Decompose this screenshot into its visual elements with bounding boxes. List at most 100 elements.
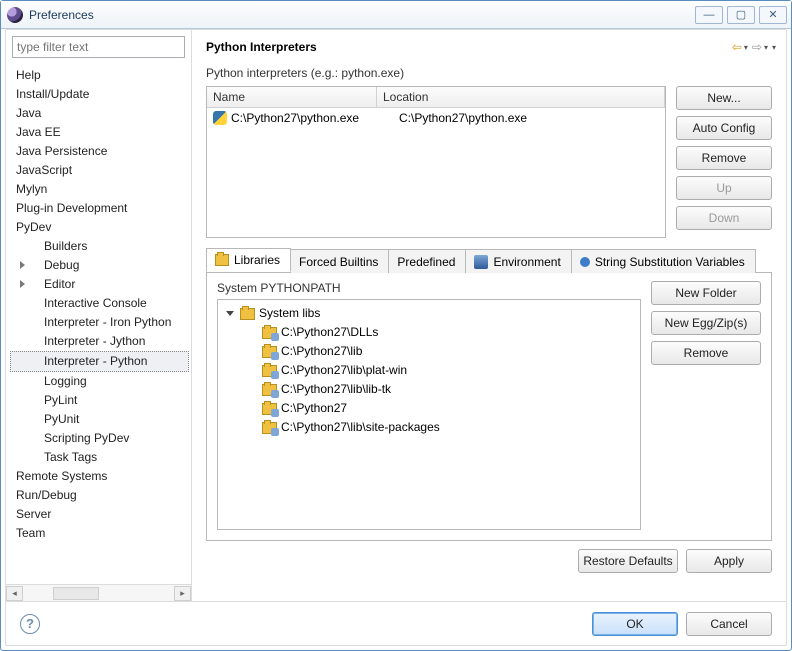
tree-item-label: Interpreter - Python: [44, 354, 147, 368]
tab-label: Libraries: [234, 253, 280, 267]
down-button[interactable]: Down: [676, 206, 772, 230]
tree-item-label: Java EE: [16, 125, 61, 139]
tree-item[interactable]: Editor: [10, 275, 189, 294]
cancel-button[interactable]: Cancel: [686, 612, 772, 636]
system-libs-node[interactable]: System libs: [222, 304, 636, 323]
tab-environment[interactable]: Environment: [465, 249, 571, 273]
tree-item-label: Interpreter - Iron Python: [44, 315, 171, 329]
tree-item[interactable]: Plug-in Development: [10, 199, 189, 218]
close-button[interactable]: ✕: [759, 6, 787, 24]
tree-item[interactable]: PyUnit: [10, 410, 189, 429]
lib-path-item[interactable]: C:\Python27\lib\plat-win: [222, 361, 636, 380]
tree-item-label: Help: [16, 68, 41, 82]
filter-input[interactable]: [12, 36, 185, 58]
tree-item[interactable]: Java: [10, 104, 189, 123]
tree-item-label: Run/Debug: [16, 488, 77, 502]
tree-item[interactable]: Help: [10, 66, 189, 85]
lib-path-label: C:\Python27: [281, 399, 347, 418]
col-location[interactable]: Location: [377, 87, 665, 107]
chevron-right-icon[interactable]: [20, 261, 25, 269]
tab-label: Environment: [493, 255, 560, 269]
category-tree[interactable]: Help Install/UpdateJava Java EE Java Persis…: [6, 64, 191, 584]
expander-open-icon[interactable]: [226, 311, 234, 316]
tree-item-label: Task Tags: [44, 450, 97, 464]
table-row[interactable]: C:\Python27\python.exe C:\Python27\pytho…: [207, 108, 665, 128]
row-name: C:\Python27\python.exe: [231, 111, 395, 125]
lib-path-item[interactable]: C:\Python27\lib\lib-tk: [222, 380, 636, 399]
scroll-right-icon[interactable]: ▸: [174, 586, 191, 601]
tree-item-label: Interpreter - Jython: [44, 334, 145, 348]
tree-item[interactable]: Logging: [10, 372, 189, 391]
help-icon[interactable]: ?: [20, 614, 40, 634]
tab-label: Predefined: [397, 255, 455, 269]
scroll-thumb[interactable]: [53, 587, 99, 600]
remove-lib-button[interactable]: Remove: [651, 341, 761, 365]
minimize-button[interactable]: —: [695, 6, 723, 24]
maximize-button[interactable]: ▢: [727, 6, 755, 24]
new-folder-button[interactable]: New Folder: [651, 281, 761, 305]
pythonpath-label: System PYTHONPATH: [217, 281, 641, 295]
tree-item-label: Editor: [44, 277, 75, 291]
lib-folder-icon: [262, 327, 277, 339]
libs-tree[interactable]: System libs C:\Python27\DLLsC:\Python27\…: [217, 299, 641, 530]
scroll-left-icon[interactable]: ◂: [6, 586, 23, 601]
tree-item[interactable]: Interpreter - Jython: [10, 332, 189, 351]
titlebar[interactable]: Preferences — ▢ ✕: [1, 1, 791, 29]
lib-path-item[interactable]: C:\Python27: [222, 399, 636, 418]
tab-label: String Substitution Variables: [595, 255, 745, 269]
back-button[interactable]: ⇦▾: [732, 40, 748, 54]
tree-item[interactable]: Install/Update: [10, 85, 189, 104]
new-egg-button[interactable]: New Egg/Zip(s): [651, 311, 761, 335]
auto-config-button[interactable]: Auto Config: [676, 116, 772, 140]
tree-item[interactable]: Java Persistence: [10, 142, 189, 161]
tree-item[interactable]: Remote Systems: [10, 467, 189, 486]
tab-predefined[interactable]: Predefined: [388, 249, 466, 273]
tree-item[interactable]: Debug: [10, 256, 189, 275]
menu-dropdown-icon[interactable]: ▾: [772, 43, 776, 52]
tree-item[interactable]: Interpreter - Iron Python: [10, 313, 189, 332]
apply-button[interactable]: Apply: [686, 549, 772, 573]
tab-forced-builtins[interactable]: Forced Builtins: [290, 249, 389, 273]
lib-folder-icon: [262, 365, 277, 377]
tree-item[interactable]: Server: [10, 505, 189, 524]
tree-item[interactable]: Scripting PyDev: [10, 429, 189, 448]
remove-interpreter-button[interactable]: Remove: [676, 146, 772, 170]
tree-item[interactable]: Mylyn: [10, 180, 189, 199]
ok-button[interactable]: OK: [592, 612, 678, 636]
tree-item-label: Interactive Console: [44, 296, 147, 310]
tree-item-label: JavaScript: [16, 163, 72, 177]
left-panel: Help Install/UpdateJava Java EE Java Persis…: [6, 30, 192, 601]
col-name[interactable]: Name: [207, 87, 377, 107]
tree-item-label: Scripting PyDev: [44, 431, 129, 445]
horizontal-scrollbar[interactable]: ◂ ▸: [6, 584, 191, 601]
tree-item[interactable]: Team: [10, 524, 189, 543]
forward-button[interactable]: ⇨▾: [752, 40, 768, 54]
lib-path-label: C:\Python27\lib\lib-tk: [281, 380, 391, 399]
tab-string-substitution[interactable]: String Substitution Variables: [571, 249, 756, 273]
tree-item-pydev[interactable]: PyDev: [10, 218, 189, 237]
chevron-right-icon[interactable]: [20, 280, 25, 288]
tree-item[interactable]: Java EE: [10, 123, 189, 142]
page-title: Python Interpreters: [206, 40, 728, 54]
restore-defaults-button[interactable]: Restore Defaults: [578, 549, 678, 573]
up-button[interactable]: Up: [676, 176, 772, 200]
tree-item[interactable]: Interactive Console: [10, 294, 189, 313]
tree-item[interactable]: JavaScript: [10, 161, 189, 180]
lib-path-item[interactable]: C:\Python27\lib: [222, 342, 636, 361]
tree-item[interactable]: Builders: [10, 237, 189, 256]
lib-path-item[interactable]: C:\Python27\DLLs: [222, 323, 636, 342]
window-title: Preferences: [29, 8, 695, 22]
tree-item-label: PyLint: [44, 393, 77, 407]
tree-item[interactable]: Task Tags: [10, 448, 189, 467]
tree-item[interactable]: Run/Debug: [10, 486, 189, 505]
tab-libraries[interactable]: Libraries: [206, 248, 291, 272]
tree-item-label: Builders: [44, 239, 87, 253]
lib-path-item[interactable]: C:\Python27\lib\site-packages: [222, 418, 636, 437]
tree-item[interactable]: PyLint: [10, 391, 189, 410]
interpreter-table[interactable]: Name Location C:\Python27\python.exe C:\…: [206, 86, 666, 238]
lib-path-label: C:\Python27\DLLs: [281, 323, 378, 342]
variable-icon: [580, 257, 590, 267]
tree-item-interpreter-python[interactable]: Interpreter - Python: [10, 351, 189, 372]
preferences-window: Preferences — ▢ ✕ HelpInstall/UpdateJava…: [0, 0, 792, 651]
new-button[interactable]: New...: [676, 86, 772, 110]
